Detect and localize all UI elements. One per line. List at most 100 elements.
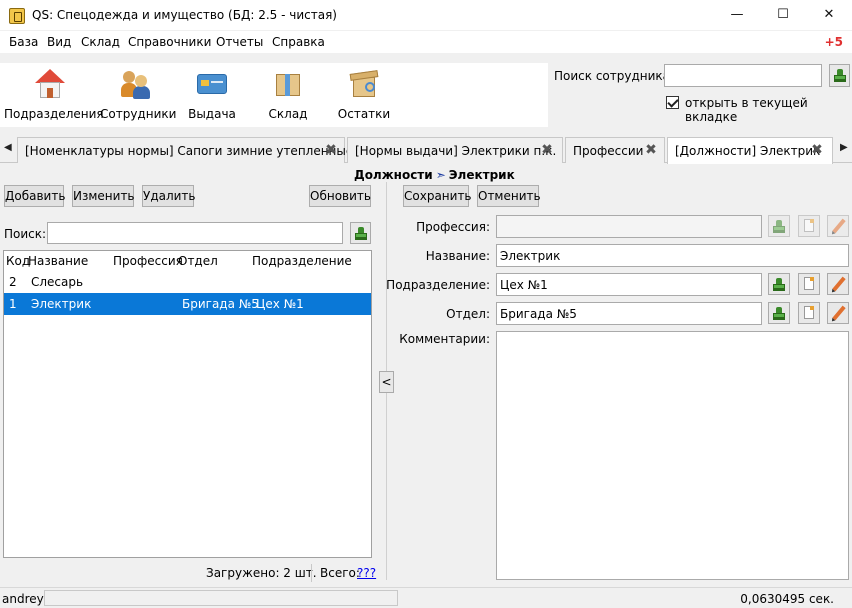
comment-label: Комментарии:	[399, 332, 490, 346]
pencil-icon	[832, 218, 846, 234]
column-header-subdivision[interactable]: Подразделение	[252, 254, 352, 268]
breadcrumb-separator-icon: ➣	[435, 168, 446, 182]
breadcrumb: Должности ➣ Электрик	[354, 168, 515, 182]
department-edit-button[interactable]	[827, 302, 849, 324]
name-label: Название:	[425, 249, 490, 263]
subdivision-select-button[interactable]	[768, 273, 790, 295]
breadcrumb-current: Электрик	[448, 168, 515, 182]
toolbar-button-label: Выдача	[188, 107, 236, 121]
pencil-icon	[832, 276, 846, 292]
menu-item-help[interactable]: Справка	[272, 35, 325, 49]
employee-search-label: Поиск сотрудника:	[554, 69, 675, 83]
tab-issue-norms[interactable]: [Нормы выдачи] Электрики п.к. ✖	[347, 137, 563, 163]
table-header: Код Название Профессия Отдел Подразделен…	[4, 251, 371, 271]
open-in-current-tab-label[interactable]: открыть в текущей вкладке	[685, 96, 852, 124]
tab-label: Профессии	[573, 144, 644, 158]
employee-search-input[interactable]	[664, 64, 822, 87]
total-count-link[interactable]: ???	[357, 566, 376, 580]
maximize-button[interactable]: ☐	[760, 0, 806, 31]
department-open-button[interactable]	[798, 302, 820, 324]
cancel-button[interactable]: Отменить	[477, 185, 541, 207]
menu-item-baza[interactable]: База	[9, 35, 38, 49]
status-message	[44, 590, 398, 606]
tab-scroll-right-button[interactable]: ▶	[840, 142, 848, 153]
refresh-button[interactable]: Обновить	[309, 185, 371, 207]
cell-code: 1	[9, 297, 17, 311]
app-icon	[9, 8, 25, 24]
profession-open-button[interactable]	[798, 215, 820, 237]
query-time: 0,0630495 сек.	[740, 592, 834, 606]
subdivision-field[interactable]: Цех №1	[496, 273, 762, 296]
add-button[interactable]: Добавить	[4, 185, 65, 207]
table-row[interactable]: 2 Слесарь	[4, 271, 371, 293]
search-button[interactable]	[350, 222, 371, 244]
department-field[interactable]: Бригада №5	[496, 302, 762, 325]
tab-strip: ◀ [Номенклатуры нормы] Сапоги зимние уте…	[0, 135, 852, 164]
menu-item-references[interactable]: Справочники	[128, 35, 211, 49]
breadcrumb-parent[interactable]: Должности	[354, 168, 433, 182]
pencil-icon	[832, 305, 846, 321]
toolbar-stock-button[interactable]: Остатки	[332, 63, 396, 127]
update-badge[interactable]: +5	[825, 35, 843, 49]
menu-item-reports[interactable]: Отчеты	[216, 35, 263, 49]
menu-item-warehouse[interactable]: Склад	[81, 35, 120, 49]
total-label: Всего:	[320, 566, 360, 580]
department-label: Отдел:	[446, 307, 490, 321]
tab-scroll-left-button[interactable]: ◀	[4, 142, 12, 153]
cell-name: Слесарь	[31, 275, 84, 289]
find-icon	[773, 278, 785, 291]
edit-button[interactable]: Изменить	[72, 185, 135, 207]
tab-label: [Должности] Электрик	[675, 144, 821, 158]
find-icon	[773, 220, 785, 233]
positions-table[interactable]: Код Название Профессия Отдел Подразделен…	[3, 250, 372, 558]
find-icon	[355, 227, 367, 240]
close-button[interactable]: ✕	[806, 0, 852, 31]
window-title: QS: Спецодежда и имущество (БД: 2.5 - чи…	[32, 8, 337, 22]
department-select-button[interactable]	[768, 302, 790, 324]
status-bar: andrey 0,0630495 сек.	[0, 587, 852, 608]
profession-edit-button[interactable]	[827, 215, 849, 237]
search-input[interactable]	[47, 222, 343, 244]
column-header-department[interactable]: Отдел	[178, 254, 218, 268]
column-header-profession[interactable]: Профессия	[113, 254, 183, 268]
column-header-code[interactable]: Код	[6, 254, 30, 268]
menu-bar: База Вид Склад Справочники Отчеты Справк…	[0, 31, 852, 53]
menu-item-view[interactable]: Вид	[47, 35, 71, 49]
employee-search-button[interactable]	[829, 64, 850, 87]
subdivision-open-button[interactable]	[798, 273, 820, 295]
toolbar-warehouse-button[interactable]: Склад	[256, 63, 320, 127]
toolbar-issue-button[interactable]: Выдача	[180, 63, 244, 127]
profession-field[interactable]	[496, 215, 762, 238]
tab-close-icon[interactable]: ✖	[810, 143, 824, 157]
tab-close-icon[interactable]: ✖	[540, 143, 554, 157]
tab-norm-nomenclature[interactable]: [Номенклатуры нормы] Сапоги зимние утепл…	[17, 137, 353, 163]
title-bar: QS: Спецодежда и имущество (БД: 2.5 - чи…	[0, 0, 852, 31]
open-in-current-tab-checkbox[interactable]	[666, 96, 679, 109]
toolbar-subdivisions-button[interactable]: Подразделения	[4, 63, 104, 127]
toolbar-employees-button[interactable]: Сотрудники	[100, 63, 176, 127]
profession-label: Профессия:	[416, 220, 490, 234]
delete-button[interactable]: Удалить	[142, 185, 196, 207]
status-divider	[311, 564, 312, 582]
tab-close-icon[interactable]: ✖	[644, 143, 658, 157]
cell-code: 2	[9, 275, 17, 289]
profession-select-button[interactable]	[768, 215, 790, 237]
comment-textarea[interactable]	[496, 331, 849, 580]
tab-professions[interactable]: Профессии ✖	[565, 137, 665, 163]
toolbar-button-label: Остатки	[337, 107, 391, 121]
cell-name: Электрик	[31, 297, 92, 311]
document-icon	[804, 219, 814, 232]
subdivision-edit-button[interactable]	[827, 273, 849, 295]
tab-positions-electrician[interactable]: [Должности] Электрик ✖	[667, 137, 833, 164]
loaded-count: Загружено: 2 шт.	[206, 566, 317, 580]
collapse-panel-button[interactable]: <	[379, 371, 394, 393]
tab-label: [Номенклатуры нормы] Сапоги зимние утепл…	[25, 144, 354, 158]
minimize-button[interactable]: —	[714, 0, 760, 31]
tab-close-icon[interactable]: ✖	[324, 143, 338, 157]
main-toolbar: Подразделения Сотрудники Выдача Склад Ос…	[0, 63, 548, 127]
column-header-name[interactable]: Название	[28, 254, 88, 268]
save-button[interactable]: Сохранить	[403, 185, 472, 207]
name-field[interactable]: Электрик	[496, 244, 849, 267]
table-row-selected[interactable]: 1 Электрик Бригада №5 Цех №1	[4, 293, 371, 315]
find-icon	[773, 307, 785, 320]
